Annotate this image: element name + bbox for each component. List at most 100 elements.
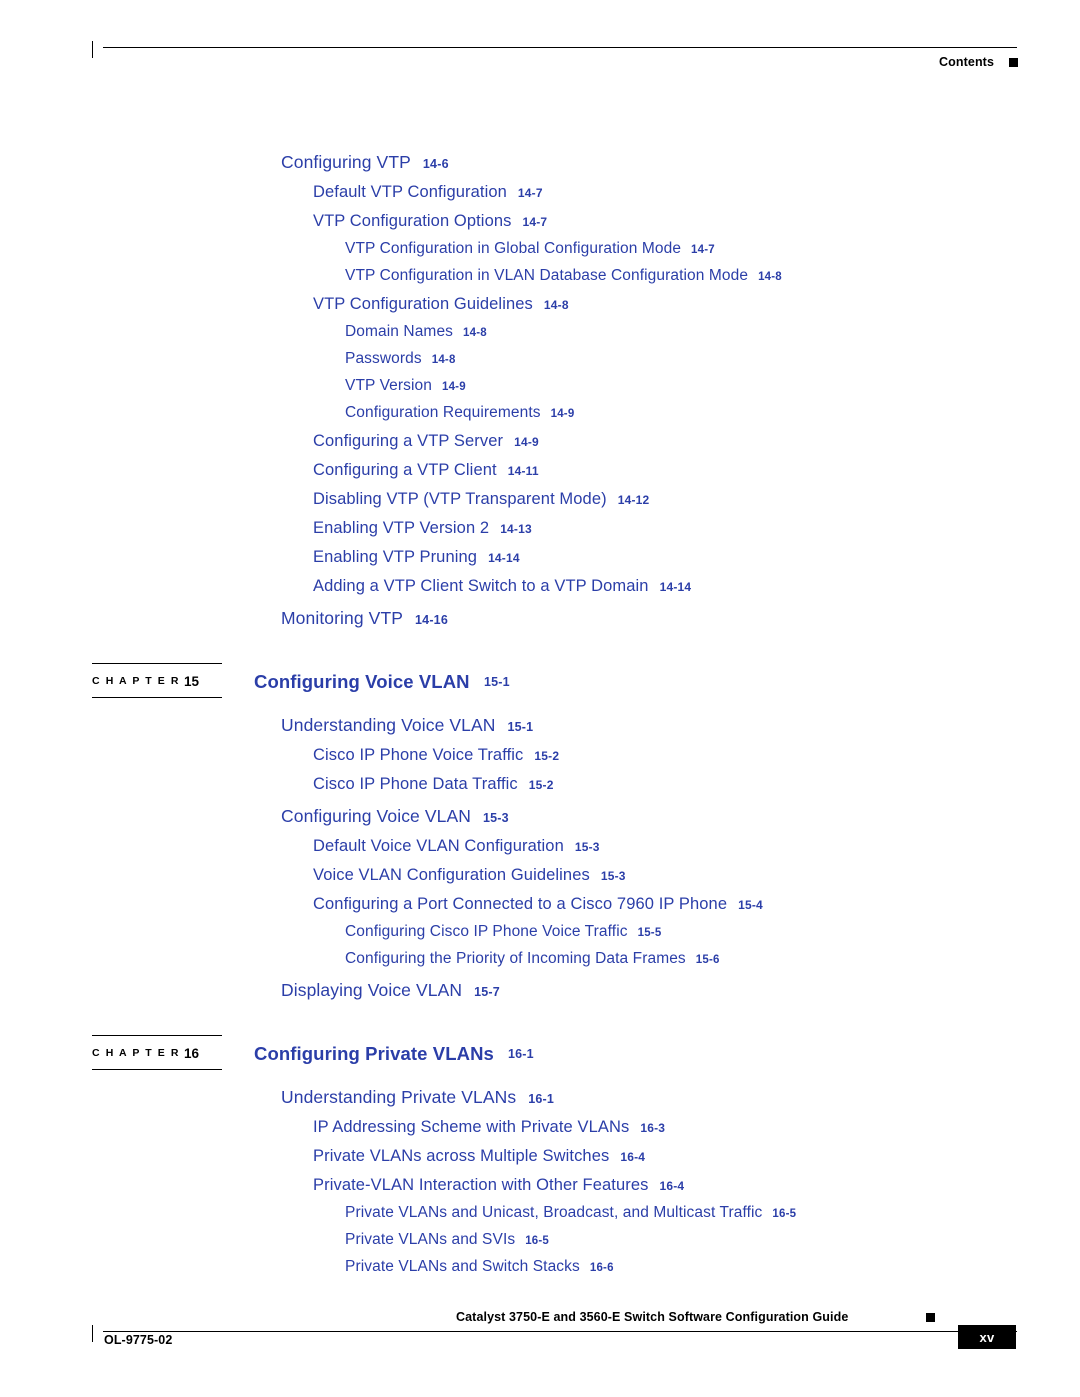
toc-entry[interactable]: Cisco IP Phone Voice Traffic 15-2	[313, 746, 1080, 765]
toc-entry-page: 14-8	[543, 298, 569, 312]
header-marker-square	[1009, 58, 1018, 67]
toc-entry[interactable]: Private-VLAN Interaction with Other Feat…	[313, 1176, 1080, 1195]
toc-entry-title: VTP Configuration in VLAN Database Confi…	[345, 267, 749, 284]
toc-entry[interactable]: Configuration Requirements 14-9	[345, 404, 1080, 422]
toc-entry[interactable]: Configuring the Priority of Incoming Dat…	[345, 950, 1080, 968]
toc-entry-title: Configuring VTP	[281, 152, 411, 172]
footer-page-number: xv	[958, 1325, 1016, 1349]
toc-entry-page: 16-3	[640, 1121, 666, 1135]
chapter-heading[interactable]: C H A P T E R 15 Configuring Voice VLAN 15-…	[0, 663, 1080, 703]
toc-entry-title: Private VLANs and Switch Stacks	[345, 1258, 580, 1275]
chapter-title: Configuring Voice VLAN	[254, 671, 470, 692]
toc-entry-title: Enabling VTP Pruning	[313, 548, 478, 566]
toc-entry[interactable]: Private VLANs across Multiple Switches 16…	[313, 1147, 1080, 1166]
toc-entry[interactable]: Configuring Cisco IP Phone Voice Traffic…	[345, 923, 1080, 941]
toc-entry-page: 14-8	[758, 271, 782, 283]
toc-entry[interactable]: Domain Names 14-8	[345, 323, 1080, 341]
toc-entry-title: Monitoring VTP	[281, 608, 404, 628]
toc-entry-page: 15-3	[574, 840, 600, 854]
toc-entry-page: 16-4	[659, 1179, 685, 1193]
toc-entry[interactable]: Voice VLAN Configuration Guidelines 15-3	[313, 866, 1080, 885]
toc-entry-title: VTP Version	[345, 377, 432, 394]
toc-entry-title: Configuring Voice VLAN	[281, 806, 471, 826]
toc-entry[interactable]: Configuring a Port Connected to a Cisco …	[313, 895, 1080, 914]
toc-entry[interactable]: Private VLANs and Unicast, Broadcast, an…	[345, 1204, 1080, 1222]
toc-entry-title: Private VLANs across Multiple Switches	[313, 1147, 610, 1165]
toc-entry-page: 14-9	[514, 435, 539, 449]
chapter-heading[interactable]: C H A P T E R 16 Configuring Private VLANs…	[0, 1035, 1080, 1075]
toc-entry-title: IP Addressing Scheme with Private VLANs	[313, 1118, 630, 1136]
toc-entry-page: 15-4	[738, 898, 763, 912]
toc-entry[interactable]: Enabling VTP Pruning 14-14	[313, 548, 1080, 567]
toc-entry-title: Private VLANs and SVIs	[345, 1231, 516, 1248]
toc-entry[interactable]: VTP Configuration Options 14-7	[313, 212, 1080, 231]
toc-entry-title: Configuring a VTP Client	[313, 461, 497, 479]
toc-entry-page: 15-6	[695, 954, 720, 966]
header-contents-label: Contents	[939, 55, 994, 69]
toc-entry-page: 16-4	[620, 1150, 646, 1164]
chapter-title: Configuring Private VLANs	[254, 1043, 494, 1064]
toc-entry-title: Configuring a Port Connected to a Cisco …	[313, 895, 728, 913]
toc-entry[interactable]: Private VLANs and Switch Stacks 16-6	[345, 1258, 1080, 1276]
toc-entry[interactable]: Configuring Voice VLAN 15-3	[281, 806, 1080, 827]
toc-entry[interactable]: Configuring VTP 14-6	[281, 152, 1080, 173]
toc-entry[interactable]: Disabling VTP (VTP Transparent Mode) 14-1…	[313, 490, 1080, 509]
toc-entry-page: 14-7	[522, 215, 548, 229]
footer-document-id: OL-9775-02	[104, 1333, 173, 1347]
table-of-contents: Configuring VTP 14-6 Default VTP Configura…	[0, 140, 1080, 1276]
footer-document-title: Catalyst 3750-E and 3560-E Switch Softwa…	[456, 1310, 849, 1324]
toc-entry-title: Private-VLAN Interaction with Other Feat…	[313, 1176, 649, 1194]
toc-entry-page: 15-2	[528, 778, 554, 792]
header-crop-mark	[92, 41, 93, 58]
toc-entry-title: Passwords	[345, 350, 422, 367]
toc-entry-page: 14-8	[463, 327, 487, 339]
toc-entry-page: 14-9	[550, 408, 575, 420]
toc-entry[interactable]: Configuring a VTP Server 14-9	[313, 432, 1080, 451]
header-rule	[103, 47, 1017, 48]
chapter-rule-top	[92, 663, 222, 664]
toc-entry[interactable]: Private VLANs and SVIs 16-5	[345, 1231, 1080, 1249]
toc-entry-title: VTP Configuration in Global Configuratio…	[345, 240, 682, 257]
toc-entry-title: Voice VLAN Configuration Guidelines	[313, 866, 590, 884]
toc-entry-title: Enabling VTP Version 2	[313, 519, 490, 537]
toc-entry[interactable]: Monitoring VTP 14-16	[281, 608, 1080, 629]
toc-entry-title: Displaying Voice VLAN	[281, 980, 463, 1000]
toc-entry-page: 14-11	[507, 464, 539, 478]
toc-entry[interactable]: VTP Configuration Guidelines 14-8	[313, 295, 1080, 314]
toc-entry-page: 14-8	[431, 354, 456, 366]
toc-entry[interactable]: Understanding Voice VLAN 15-1	[281, 715, 1080, 736]
toc-entry[interactable]: VTP Version 14-9	[345, 377, 1080, 395]
toc-entry[interactable]: Enabling VTP Version 2 14-13	[313, 519, 1080, 538]
toc-entry[interactable]: Configuring a VTP Client 14-11	[313, 461, 1080, 480]
chapter-number: 15	[184, 674, 200, 689]
toc-entry[interactable]: VTP Configuration in Global Configuratio…	[345, 240, 1080, 258]
toc-entry[interactable]: Displaying Voice VLAN 15-7	[281, 980, 1080, 1001]
toc-entry-page: 15-3	[600, 869, 626, 883]
toc-entry[interactable]: Cisco IP Phone Data Traffic 15-2	[313, 775, 1080, 794]
toc-entry-page: 14-14	[659, 580, 692, 594]
toc-entry-page: 14-16	[415, 613, 448, 627]
toc-entry[interactable]: Passwords 14-8	[345, 350, 1080, 368]
toc-entry[interactable]: Default Voice VLAN Configuration 15-3	[313, 837, 1080, 856]
chapter-page: 15-1	[484, 675, 510, 689]
toc-entry[interactable]: Default VTP Configuration 14-7	[313, 183, 1080, 202]
toc-entry-page: 14-9	[441, 381, 466, 393]
toc-entry-page: 16-6	[589, 1262, 614, 1274]
toc-entry-title: Adding a VTP Client Switch to a VTP Doma…	[313, 577, 649, 595]
toc-entry-page: 14-6	[422, 157, 449, 171]
toc-entry-title: VTP Configuration Guidelines	[313, 295, 533, 313]
toc-entry[interactable]: Understanding Private VLANs 16-1	[281, 1087, 1080, 1108]
toc-entry-title: Understanding Voice VLAN	[281, 715, 496, 735]
toc-entry-page: 16-5	[772, 1208, 797, 1220]
toc-entry-page: 15-3	[482, 811, 509, 825]
toc-entry[interactable]: IP Addressing Scheme with Private VLANs 1…	[313, 1118, 1080, 1137]
toc-entry-page: 15-1	[507, 720, 534, 734]
chapter-label: C H A P T E R	[92, 675, 181, 687]
toc-entry-title: Private VLANs and Unicast, Broadcast, an…	[345, 1204, 763, 1221]
toc-entry-page: 15-5	[637, 927, 662, 939]
toc-entry[interactable]: Adding a VTP Client Switch to a VTP Doma…	[313, 577, 1080, 596]
chapter-rule-bottom	[92, 1069, 222, 1070]
toc-entry[interactable]: VTP Configuration in VLAN Database Confi…	[345, 267, 1080, 285]
footer-rule	[103, 1331, 1017, 1332]
toc-entry-title: Cisco IP Phone Voice Traffic	[313, 746, 524, 764]
